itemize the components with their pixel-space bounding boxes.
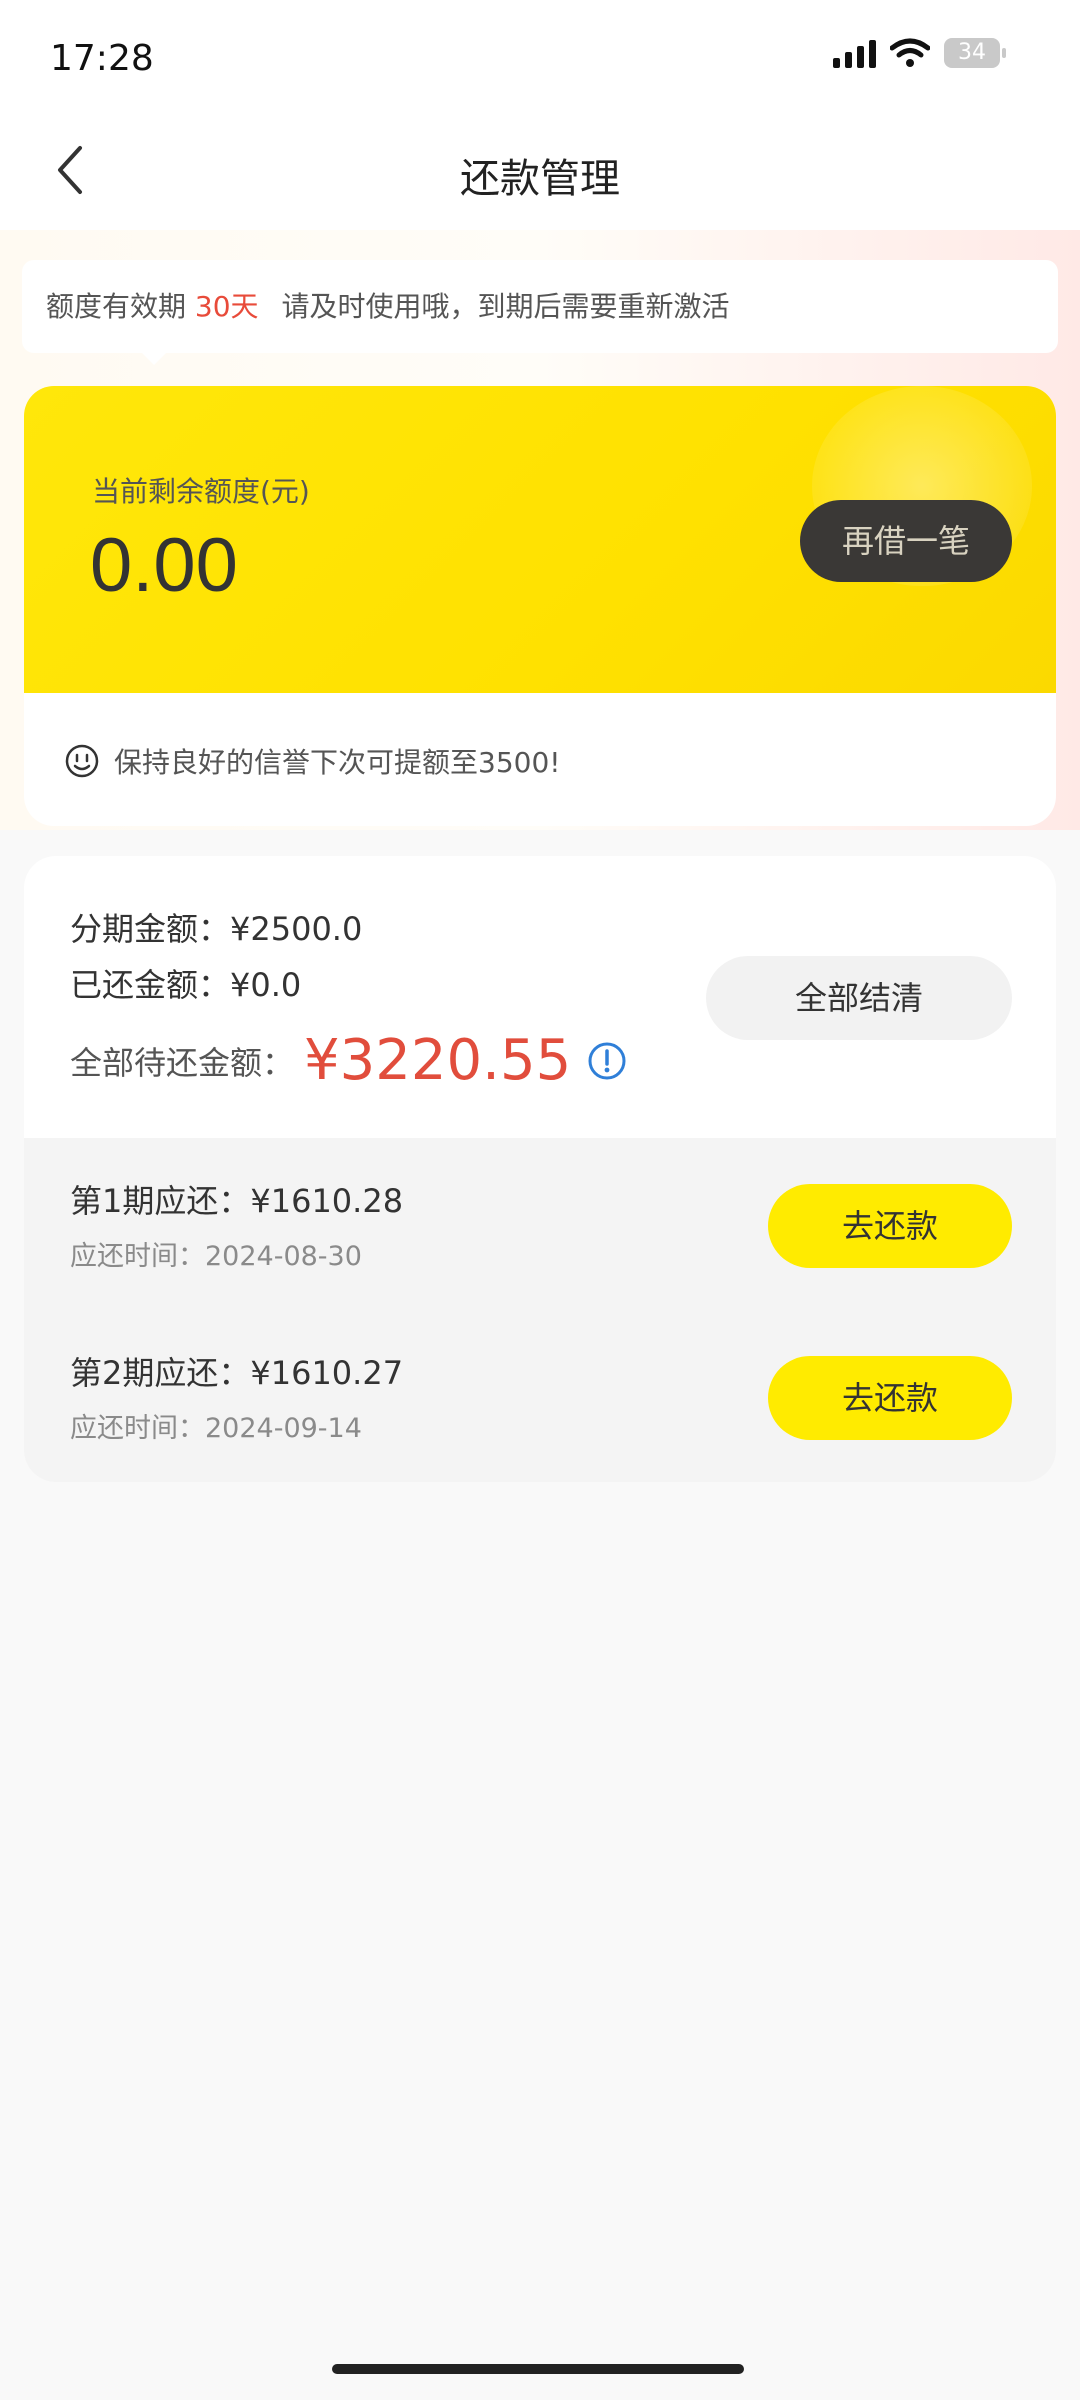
installment-title: 第2期应还：¥1610.27 bbox=[70, 1354, 404, 1392]
home-indicator[interactable] bbox=[332, 2364, 744, 2374]
notice-suffix: 请及时使用哦，到期后需要重新激活 bbox=[281, 290, 730, 323]
credit-tip: 保持良好的信誉下次可提额至3500! bbox=[64, 741, 560, 781]
status-icons: 34 bbox=[833, 38, 1006, 68]
wifi-icon bbox=[890, 38, 930, 67]
credit-tip-text: 保持良好的信誉下次可提额至3500! bbox=[114, 746, 561, 779]
notice-prefix: 额度有效期 bbox=[46, 290, 187, 323]
total-due-row: 全部待还金额： ¥3220.55 bbox=[70, 1028, 627, 1093]
smile-icon bbox=[65, 744, 99, 778]
status-bar: 17:28 34 bbox=[0, 0, 1080, 118]
credit-panel: 当前剩余额度(元) 0.00 再借一笔 bbox=[24, 386, 1056, 693]
borrow-again-button[interactable]: 再借一笔 bbox=[800, 500, 1012, 582]
credit-card: 当前剩余额度(元) 0.00 再借一笔 保持良好的信誉下次可提额至3500! bbox=[24, 386, 1056, 826]
installment-list: 第1期应还：¥1610.28 应还时间：2024-08-30 去还款 第2期应还… bbox=[24, 1138, 1056, 1482]
info-icon[interactable] bbox=[587, 1041, 627, 1081]
installment-due-date: 应还时间：2024-09-14 bbox=[70, 1413, 362, 1444]
total-due-value: ¥3220.55 bbox=[304, 1028, 572, 1093]
installment-item: 第1期应还：¥1610.28 应还时间：2024-08-30 去还款 bbox=[24, 1138, 1056, 1308]
nav-bar: 还款管理 bbox=[0, 118, 1080, 230]
installment-amount: 分期金额：¥2500.0 bbox=[70, 910, 363, 948]
installment-item: 第2期应还：¥1610.27 应还时间：2024-09-14 去还款 bbox=[24, 1310, 1056, 1480]
repay-button[interactable]: 去还款 bbox=[768, 1356, 1012, 1440]
settle-all-button[interactable]: 全部结清 bbox=[706, 956, 1012, 1040]
page-title: 还款管理 bbox=[460, 156, 620, 202]
battery-icon: 34 bbox=[944, 38, 1006, 68]
credit-label: 当前剩余额度(元) bbox=[92, 475, 310, 508]
validity-notice: 额度有效期 30天 请及时使用哦，到期后需要重新激活 bbox=[22, 260, 1058, 365]
signal-icon bbox=[833, 38, 876, 68]
repaid-amount: 已还金额：¥0.0 bbox=[70, 966, 302, 1004]
installment-title: 第1期应还：¥1610.28 bbox=[70, 1182, 404, 1220]
repay-button[interactable]: 去还款 bbox=[768, 1184, 1012, 1268]
credit-amount: 0.00 bbox=[90, 523, 238, 608]
status-time: 17:28 bbox=[50, 38, 154, 79]
repayment-card: 分期金额：¥2500.0 已还金额：¥0.0 全部待还金额： ¥3220.55 … bbox=[24, 856, 1056, 1482]
total-due-label: 全部待还金额： bbox=[70, 1043, 295, 1082]
installment-due-date: 应还时间：2024-08-30 bbox=[70, 1241, 362, 1272]
notice-highlight: 30天 bbox=[194, 290, 259, 323]
